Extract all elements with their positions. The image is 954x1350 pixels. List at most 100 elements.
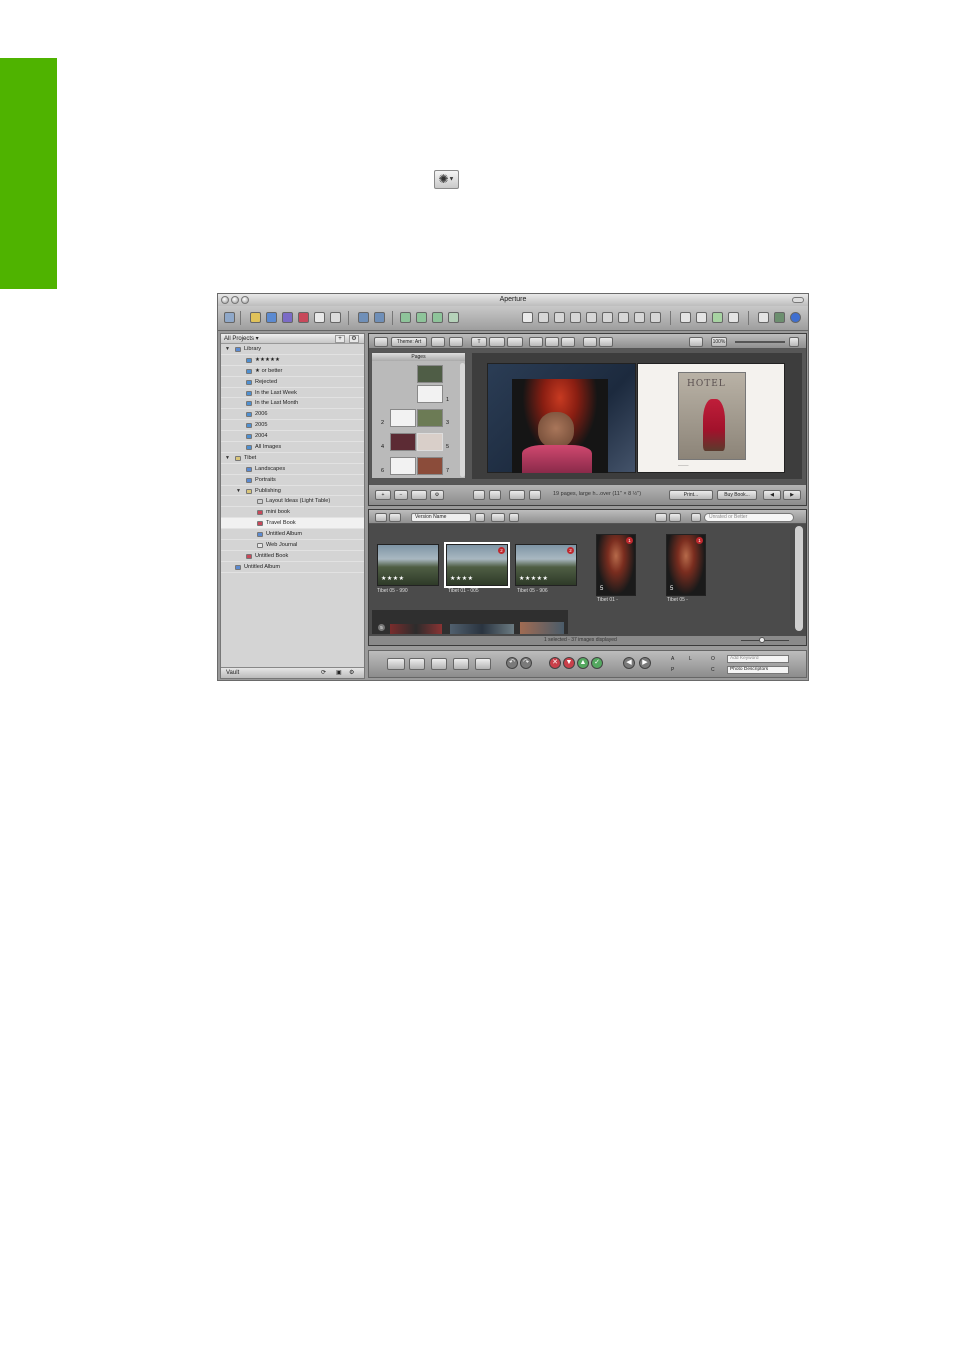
buy-book-button[interactable]: Buy Book... <box>717 490 757 500</box>
projects-gear-button[interactable]: ⚙ <box>349 335 359 343</box>
new-smart-album-icon[interactable] <box>282 312 293 323</box>
page-thumb-3[interactable] <box>417 409 443 427</box>
grid-view-icon[interactable] <box>375 513 387 522</box>
project-item[interactable]: Travel Book <box>221 518 364 530</box>
project-item[interactable]: Web Journal <box>221 540 364 551</box>
project-item[interactable]: Untitled Album <box>221 529 364 541</box>
auto-stack-icon[interactable] <box>432 312 443 323</box>
print-button[interactable]: Print... <box>669 490 713 500</box>
prev-page-button[interactable]: ◀ <box>763 490 781 500</box>
pages-scrollbar[interactable] <box>460 363 465 477</box>
single-page-view-icon[interactable] <box>473 490 485 500</box>
sort-order-icon[interactable] <box>475 513 485 522</box>
next-page-button[interactable]: ▶ <box>783 490 801 500</box>
new-project-icon[interactable] <box>250 312 261 323</box>
vault-add-icon[interactable]: ▣ <box>336 668 342 679</box>
project-item[interactable]: In the Last Month <box>221 398 364 410</box>
stack-icon[interactable] <box>358 312 369 323</box>
rotate-right-button[interactable]: ↷ <box>520 657 532 669</box>
new-book-icon[interactable] <box>298 312 309 323</box>
new-web-gallery-icon[interactable] <box>330 312 341 323</box>
select-button[interactable]: ✓ <box>591 657 603 669</box>
stamp-tool-icon[interactable] <box>634 312 645 323</box>
back-icon[interactable] <box>599 337 613 347</box>
minimize-window-button[interactable] <box>231 296 239 304</box>
zoom-percent[interactable]: 100% <box>711 337 727 347</box>
project-item[interactable]: ★★★★★ <box>221 355 364 366</box>
spread-right-page[interactable]: HOTEL ——— <box>637 363 785 473</box>
view-mode-icon[interactable] <box>689 337 703 347</box>
align-icon[interactable] <box>529 337 543 347</box>
metadata-box-icon[interactable] <box>507 337 523 347</box>
search-icon[interactable] <box>691 513 701 522</box>
vault-gear-icon[interactable]: ⚙ <box>349 668 354 679</box>
page-thumb-6[interactable] <box>390 457 416 475</box>
grid-mode-icon[interactable] <box>655 513 667 522</box>
project-item[interactable]: Rejected <box>221 377 364 388</box>
book-gear-icon[interactable]: ⚙ <box>430 490 444 500</box>
loupe-tool-icon[interactable] <box>650 312 661 323</box>
info-icon[interactable] <box>790 312 801 323</box>
arrange-icon[interactable] <box>561 337 575 347</box>
portrait-photo[interactable] <box>512 379 608 473</box>
projects-header[interactable]: All Projects ▾ + ⚙ <box>221 334 364 344</box>
book-spread[interactable]: HOTEL ——— <box>472 353 802 479</box>
zoom-window-button[interactable] <box>241 296 249 304</box>
remove-page-button[interactable]: − <box>394 490 408 500</box>
zoom-max-icon[interactable] <box>789 337 799 347</box>
page-layout-menu-icon[interactable] <box>411 490 427 500</box>
browser-view-icon[interactable] <box>680 312 691 323</box>
disclosure-triangle-icon[interactable]: ▼ <box>225 344 230 355</box>
lock-icon[interactable] <box>545 337 559 347</box>
disclosure-triangle-icon[interactable]: ▼ <box>225 453 230 464</box>
browser-image[interactable]: ★★★★ <box>377 544 439 586</box>
keyword-preset-select[interactable]: Photo Descriptors <box>727 666 789 674</box>
close-window-button[interactable] <box>221 296 229 304</box>
split-viewer-button[interactable] <box>431 658 447 670</box>
rotate-right-icon[interactable] <box>416 312 427 323</box>
fullscreen-viewer-button[interactable] <box>475 658 491 670</box>
stack-browser-icon[interactable] <box>491 513 505 522</box>
list-mode-icon[interactable] <box>669 513 681 522</box>
girl-photo[interactable]: HOTEL <box>678 372 746 460</box>
project-item[interactable]: Portraits <box>221 475 364 486</box>
loupe-icon[interactable] <box>758 312 769 323</box>
red-eye-tool-icon[interactable] <box>602 312 613 323</box>
add-keyword-input[interactable]: Add Keyword <box>727 655 789 663</box>
lift-tool-icon[interactable] <box>618 312 629 323</box>
select-tool-icon[interactable] <box>522 312 533 323</box>
main-viewer-button[interactable] <box>409 658 425 670</box>
project-item[interactable]: mini book <box>221 507 364 519</box>
spread-left-page[interactable] <box>487 363 636 473</box>
toolbar-toggle-button[interactable] <box>792 297 804 303</box>
browser-scrollbar[interactable] <box>795 526 803 631</box>
check-icon[interactable] <box>448 312 459 323</box>
project-item[interactable]: Landscapes <box>221 464 364 475</box>
project-item[interactable]: 2006 <box>221 409 364 421</box>
browser-image[interactable]: 1 5 <box>596 534 636 596</box>
import-icon[interactable] <box>224 312 235 323</box>
project-item[interactable]: In the Last Week <box>221 388 364 399</box>
crop-tool-icon[interactable] <box>570 312 581 323</box>
project-item[interactable]: Untitled Book <box>221 551 364 562</box>
filter-search-input[interactable]: Unrated or Better <box>704 513 794 522</box>
text-box-icon[interactable]: T <box>471 337 487 347</box>
decrease-rating-button[interactable]: ▼ <box>563 657 575 669</box>
project-item[interactable]: Untitled Album <box>221 562 364 573</box>
multi-viewer-button[interactable] <box>453 658 469 670</box>
spread-view-icon[interactable] <box>509 490 525 500</box>
primary-only-icon[interactable] <box>712 312 723 323</box>
spot-patch-tool-icon[interactable] <box>586 312 597 323</box>
rotate-left-icon[interactable] <box>400 312 411 323</box>
thumbnail-size-slider[interactable] <box>741 640 789 641</box>
disclosure-triangle-icon[interactable]: ▼ <box>236 486 241 497</box>
theme-button[interactable]: Theme: Art <box>391 337 427 347</box>
rotate-left-button[interactable]: ↶ <box>506 657 518 669</box>
project-item[interactable]: Layout Ideas (Light Table) <box>221 496 364 508</box>
fit-page-icon[interactable] <box>449 337 463 347</box>
page-thumb-5[interactable] <box>417 433 443 451</box>
viewer-view-icon[interactable] <box>696 312 707 323</box>
previous-image-button[interactable]: ◀ <box>623 657 635 669</box>
sort-select[interactable]: Version Name <box>411 513 471 522</box>
project-item[interactable]: All Images <box>221 442 364 453</box>
